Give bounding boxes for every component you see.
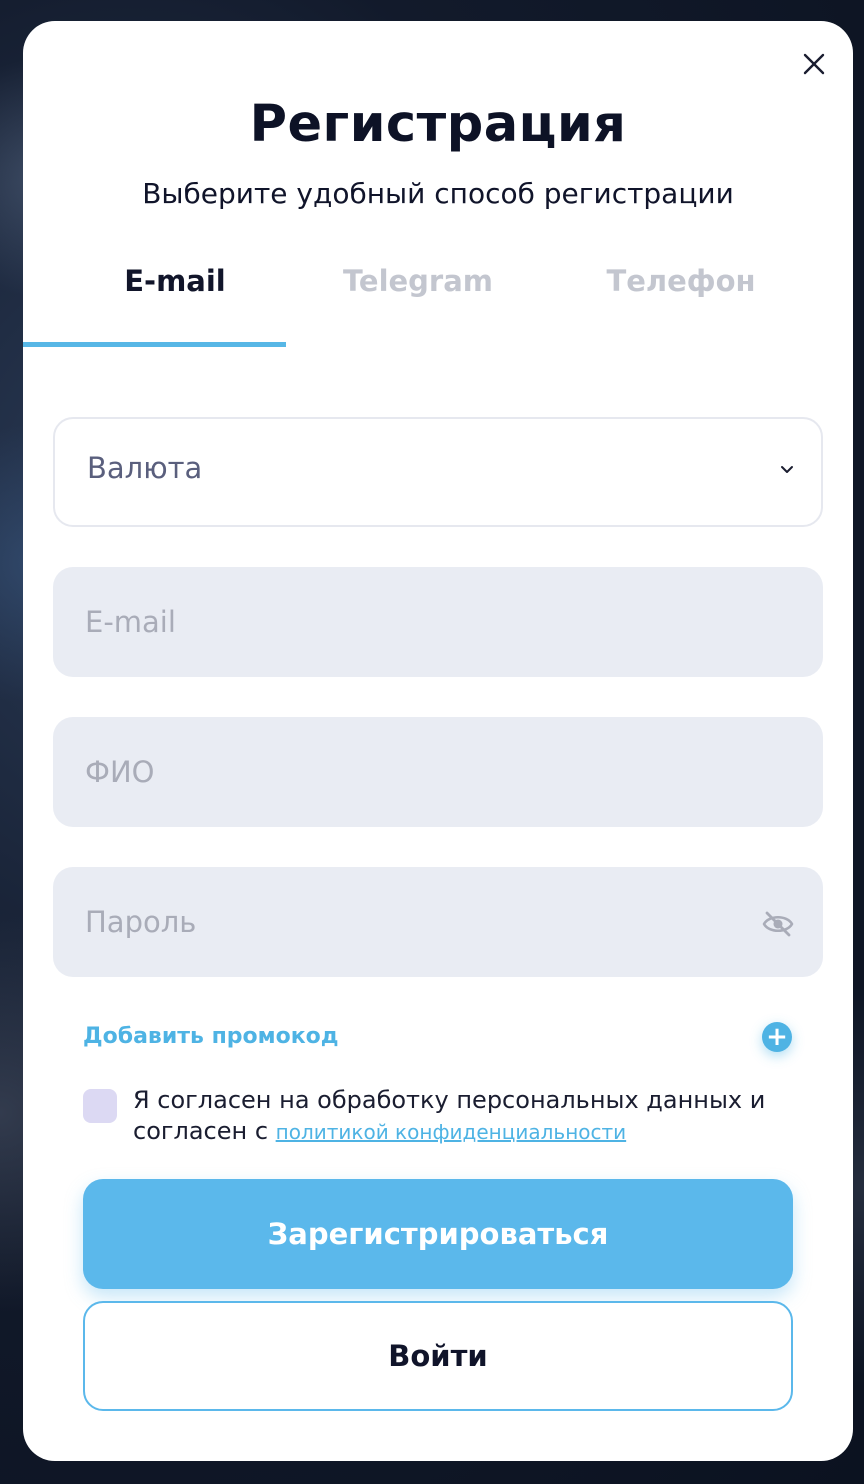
plus-icon[interactable]: + bbox=[762, 1022, 792, 1052]
password-input[interactable] bbox=[53, 867, 823, 977]
registration-modal: Регистрация Выберите удобный способ реги… bbox=[23, 21, 853, 1461]
tab-phone[interactable]: Телефон bbox=[553, 261, 809, 321]
tab-telegram[interactable]: Telegram bbox=[289, 261, 547, 321]
chevron-down-icon bbox=[779, 462, 795, 478]
close-button[interactable] bbox=[799, 47, 829, 81]
privacy-policy-link[interactable]: политикой конфиденциальности bbox=[276, 1120, 627, 1144]
consent-text: Я согласен на обработку персональных дан… bbox=[133, 1085, 793, 1148]
tab-email[interactable]: E-mail bbox=[23, 261, 327, 321]
eye-off-icon[interactable] bbox=[761, 909, 795, 939]
email-input[interactable] bbox=[53, 567, 823, 677]
currency-select[interactable]: Валюта bbox=[53, 417, 823, 527]
modal-title: Регистрация bbox=[249, 95, 627, 154]
fio-field-wrapper bbox=[53, 717, 823, 827]
password-field-wrapper bbox=[53, 867, 823, 977]
consent-checkbox[interactable] bbox=[83, 1089, 117, 1123]
modal-subtitle: Выберите удобный способ регистрации bbox=[142, 177, 734, 210]
login-button[interactable]: Войти bbox=[83, 1301, 793, 1411]
email-field-wrapper bbox=[53, 567, 823, 677]
currency-select-label: Валюта bbox=[87, 451, 203, 485]
active-tab-indicator bbox=[23, 342, 286, 347]
register-button[interactable]: Зарегистрироваться bbox=[83, 1179, 793, 1289]
close-icon bbox=[799, 47, 829, 81]
fio-input[interactable] bbox=[53, 717, 823, 827]
add-promo-code-link[interactable]: Добавить промокод bbox=[83, 1024, 339, 1049]
registration-method-tabs: E-mail Telegram Телефон bbox=[23, 261, 853, 349]
